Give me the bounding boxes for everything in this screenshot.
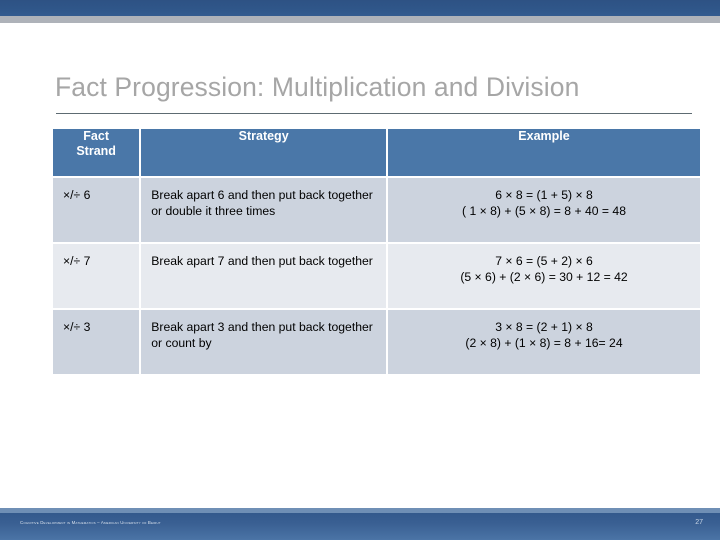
cell-fact-strand: ×/÷ 6 [53,178,140,242]
cell-strategy: Break apart 3 and then put back together… [141,310,387,374]
table-body: ×/÷ 6 Break apart 6 and then put back to… [53,178,700,374]
fact-progression-table: Fact Strand Strategy Example ×/÷ 6 Break… [51,127,702,376]
example-line-2: (5 × 6) + (2 × 6) = 30 + 12 = 42 [460,270,628,285]
column-header-fact-strand-line1: Fact [83,129,109,143]
column-header-example: Example [388,129,700,176]
example-line-1: 6 × 8 = (1 + 5) × 8 [495,188,593,202]
example-line-1: 7 × 6 = (5 + 2) × 6 [495,254,593,268]
footer-bar: Cognitive Development in Mathematics – A… [0,513,720,540]
column-header-fact-strand-line2: Strand [76,144,116,159]
cell-example: 3 × 8 = (2 + 1) × 8 (2 × 8) + (1 × 8) = … [388,310,700,374]
table-row: ×/÷ 3 Break apart 3 and then put back to… [53,310,700,374]
cell-example: 6 × 8 = (1 + 5) × 8 ( 1 × 8) + (5 × 8) =… [388,178,700,242]
column-header-fact-strand: Fact Strand [53,129,140,176]
column-header-strategy: Strategy [141,129,387,176]
table-row: ×/÷ 7 Break apart 7 and then put back to… [53,244,700,308]
cell-strategy: Break apart 7 and then put back together [141,244,387,308]
cell-fact-strand: ×/÷ 3 [53,310,140,374]
example-line-1: 3 × 8 = (2 + 1) × 8 [495,320,593,334]
footer-credit-text: Cognitive Development in Mathematics – A… [20,520,161,525]
top-accent-band [0,0,720,16]
table-row: ×/÷ 6 Break apart 6 and then put back to… [53,178,700,242]
table-header-row: Fact Strand Strategy Example [53,129,700,176]
example-line-2: (2 × 8) + (1 × 8) = 8 + 16= 24 [465,336,623,351]
title-underline-rule [56,113,692,114]
example-line-2: ( 1 × 8) + (5 × 8) = 8 + 40 = 48 [462,204,626,219]
cell-strategy: Break apart 6 and then put back together… [141,178,387,242]
slide-title: Fact Progression: Multiplication and Div… [55,72,580,102]
cell-example: 7 × 6 = (5 + 2) × 6 (5 × 6) + (2 × 6) = … [388,244,700,308]
footer-page-number: 27 [695,519,703,526]
cell-fact-strand: ×/÷ 7 [53,244,140,308]
top-accent-band-gray [0,16,720,23]
